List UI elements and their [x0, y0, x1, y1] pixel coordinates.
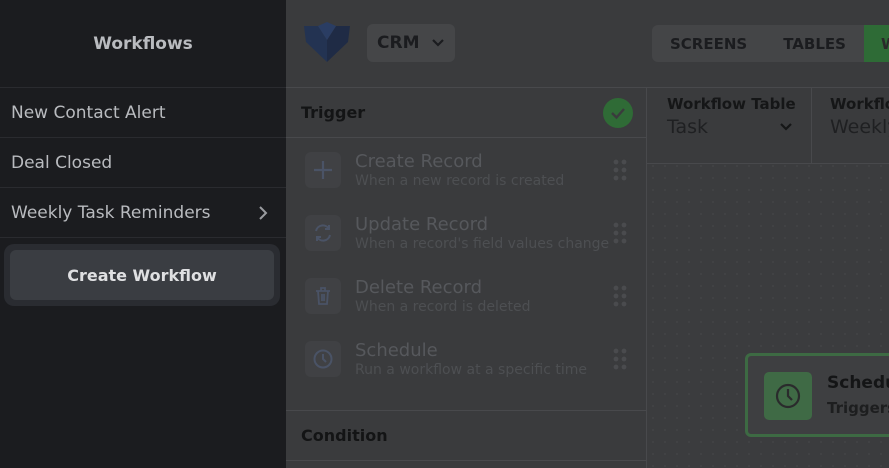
workflow-settings-bar: Workflow Table Task Workflo Weekly [647, 88, 889, 164]
drag-handle-icon[interactable] [613, 285, 627, 307]
workflow-name-value: Weekly [830, 116, 889, 138]
workflow-table-label: Workflow Table [667, 95, 796, 113]
tab-tables[interactable]: TABLES [765, 25, 864, 62]
sidebar-item-label: Deal Closed [11, 152, 113, 173]
tab-screens[interactable]: SCREENS [652, 25, 765, 62]
drag-handle-icon[interactable] [613, 348, 627, 370]
top-bar: CRM SCREENS TABLES W [286, 0, 889, 88]
condition-section-title: Condition [301, 426, 388, 445]
sidebar-item-weekly-task-reminders[interactable]: Weekly Task Reminders [0, 188, 286, 238]
clock-icon [305, 340, 341, 377]
trigger-option-description: When a new record is created [355, 172, 565, 189]
trigger-option-delete-record[interactable]: Delete Record When a record is deleted [286, 264, 646, 327]
sidebar-title: Workflows [0, 0, 286, 88]
trigger-option-description: When a record is deleted [355, 298, 531, 315]
schedule-trigger-node[interactable]: Schedu Triggers [745, 353, 889, 437]
node-subtitle: Triggers [827, 399, 889, 417]
app-logo-icon [304, 22, 350, 62]
trigger-option-create-record[interactable]: Create Record When a new record is creat… [286, 138, 646, 201]
check-icon [603, 97, 633, 128]
trigger-panel: Trigger Create Record When a new record … [286, 88, 647, 468]
trigger-option-description: When a record's field values change [355, 235, 610, 252]
trigger-option-schedule[interactable]: Schedule Run a workflow at a specific ti… [286, 327, 646, 390]
workflow-canvas[interactable]: Workflow Table Task Workflo Weekly Sched [647, 88, 889, 468]
drag-handle-icon[interactable] [613, 159, 627, 181]
drag-handle-icon[interactable] [613, 222, 627, 244]
sidebar-item-label: Weekly Task Reminders [11, 202, 211, 223]
chevron-right-icon [254, 204, 272, 222]
clock-icon [764, 372, 812, 420]
trigger-option-description: Run a workflow at a specific time [355, 361, 588, 378]
trigger-section-header: Trigger [286, 88, 646, 138]
workflow-table-field[interactable]: Workflow Table Task [647, 88, 812, 164]
trigger-option-title: Create Record [355, 150, 483, 172]
workflow-table-value: Task [667, 116, 709, 138]
workflow-name-field[interactable]: Workflo Weekly [812, 88, 889, 164]
refresh-icon [305, 214, 341, 251]
create-workflow-button[interactable]: Create Workflow [10, 250, 274, 300]
chevron-down-icon [777, 118, 795, 136]
sidebar-item-new-contact-alert[interactable]: New Contact Alert [0, 88, 286, 138]
app-selector-label: CRM [377, 33, 420, 53]
app-selector[interactable]: CRM [367, 24, 455, 62]
workflows-sidebar: Workflows New Contact Alert Deal Closed … [0, 0, 286, 468]
trigger-section-title: Trigger [301, 103, 366, 122]
trigger-option-title: Delete Record [355, 276, 483, 298]
workflow-name-label: Workflo [830, 95, 889, 113]
trigger-option-update-record[interactable]: Update Record When a record's field valu… [286, 201, 646, 264]
trash-icon [305, 277, 341, 314]
node-title: Schedu [827, 373, 889, 393]
sidebar-item-deal-closed[interactable]: Deal Closed [0, 138, 286, 188]
plus-icon [305, 151, 341, 188]
chevron-down-icon [429, 34, 447, 52]
trigger-option-title: Update Record [355, 213, 489, 235]
tab-workflows[interactable]: W [863, 25, 889, 62]
trigger-option-title: Schedule [355, 339, 438, 361]
workflow-editor-background: CRM SCREENS TABLES W Trigger Create Reco… [286, 0, 889, 468]
sidebar-item-label: New Contact Alert [11, 102, 166, 123]
main-nav: SCREENS TABLES W [652, 25, 889, 62]
create-workflow-container: Create Workflow [4, 244, 280, 306]
condition-section-header[interactable]: Condition [286, 411, 647, 461]
